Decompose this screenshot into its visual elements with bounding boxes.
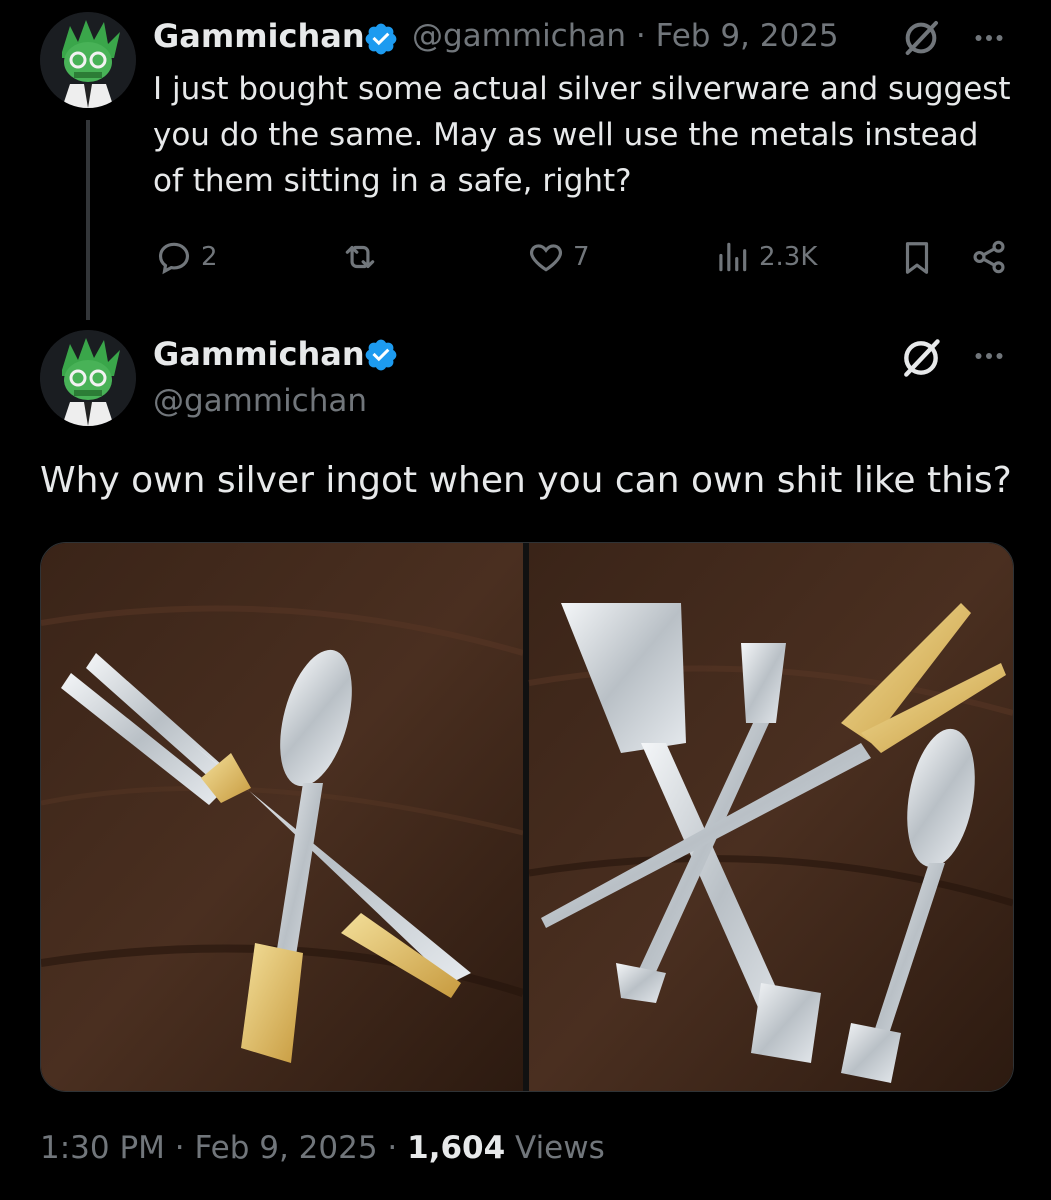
fork-and-spoon-photo <box>41 543 525 1091</box>
views-count: 1,604 <box>407 1130 506 1166</box>
tweet-text: I just bought some actual silver silverw… <box>153 66 1011 204</box>
bookmark-icon[interactable] <box>898 238 936 278</box>
like-count: 7 <box>573 242 590 272</box>
author-name[interactable]: Gammichan <box>153 17 365 55</box>
repost-icon <box>345 245 375 269</box>
reply-count: 2 <box>201 242 218 272</box>
reply-button[interactable]: 2 <box>155 238 218 276</box>
avatar-image <box>40 12 136 108</box>
views-label: Views <box>505 1130 605 1166</box>
verified-badge-icon <box>365 339 397 371</box>
tweet-text-line: you do the same. May as well use the met… <box>153 117 979 153</box>
serving-utensils-photo <box>528 543 1013 1091</box>
media-images <box>41 543 1013 1091</box>
tweet-text-line: I just bought some actual silver silverw… <box>153 71 1011 107</box>
avatar-image <box>40 330 136 426</box>
tweet-text-line: of them sitting in a safe, right? <box>153 163 632 199</box>
thread-line <box>86 120 90 320</box>
grok-icon[interactable] <box>899 336 943 380</box>
views-count: 2.3K <box>759 242 818 272</box>
separator: · <box>164 1130 195 1166</box>
more-options-icon[interactable] <box>971 20 1007 56</box>
tweet-date: Feb 9, 2025 <box>194 1130 378 1166</box>
tweet-media[interactable] <box>40 542 1014 1092</box>
separator: · <box>377 1130 408 1166</box>
avatar[interactable] <box>40 12 136 108</box>
verified-badge-icon <box>365 23 397 55</box>
views-button[interactable]: 2.3K <box>713 238 817 276</box>
like-button[interactable]: 7 <box>527 238 590 276</box>
share-icon[interactable] <box>970 238 1008 276</box>
tweet-time: 1:30 PM <box>40 1130 165 1166</box>
author-name[interactable]: Gammichan <box>153 335 365 373</box>
avatar[interactable] <box>40 330 136 426</box>
analytics-icon <box>719 242 747 272</box>
tweet-timestamp[interactable]: 1:30 PM · Feb 9, 2025 · 1,604 Views <box>40 1130 605 1166</box>
author-handle[interactable]: @gammichan <box>153 383 367 419</box>
more-options-icon[interactable] <box>971 338 1007 374</box>
reply-icon <box>158 242 190 275</box>
tweet-text: Why own silver ingot when you can own sh… <box>40 460 1012 501</box>
tweet-meta[interactable]: @gammichan · Feb 9, 2025 <box>412 18 839 54</box>
grok-icon[interactable] <box>901 18 941 58</box>
heart-icon <box>530 244 562 272</box>
repost-button[interactable] <box>340 238 388 276</box>
